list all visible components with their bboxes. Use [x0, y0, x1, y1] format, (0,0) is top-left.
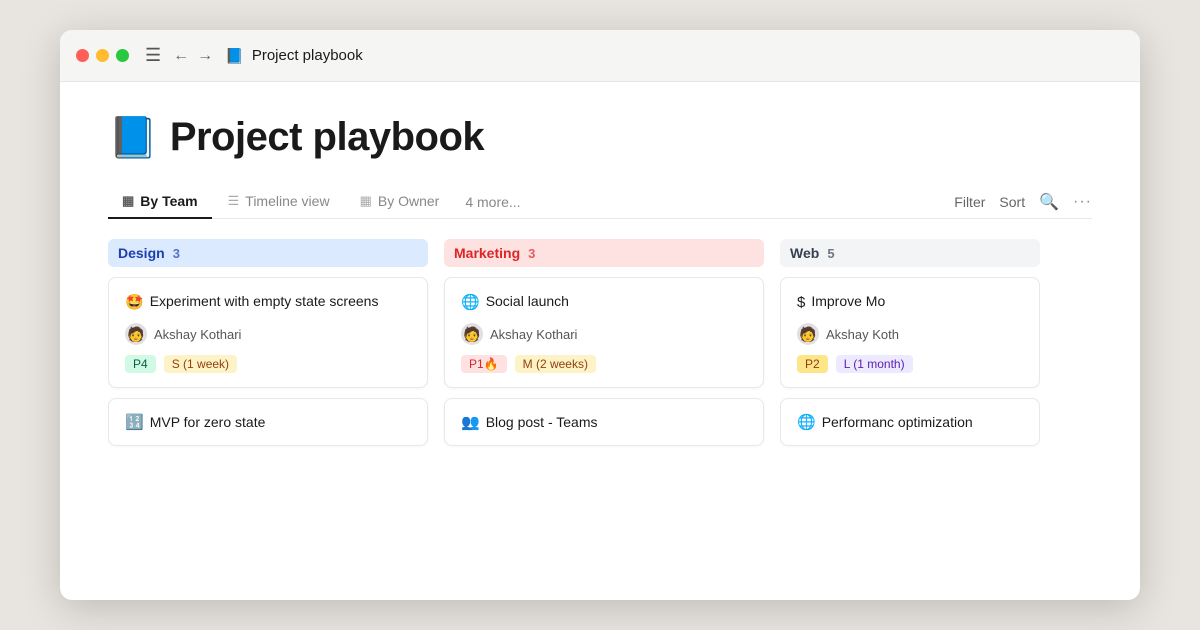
card-assignee: 🧑 Akshay Kothari — [125, 323, 411, 345]
tab-timeline[interactable]: ☰ Timeline view — [214, 185, 344, 219]
card-title-text: Experiment with empty state screens — [150, 292, 379, 312]
assignee-name: Akshay Kothari — [154, 327, 241, 342]
board-column-design: Design 3 🤩 Experiment with empty state s… — [108, 239, 428, 600]
card-title: 🌐 Social launch — [461, 292, 747, 313]
badge-size: S (1 week) — [164, 355, 237, 373]
minimize-button[interactable] — [96, 49, 109, 62]
card-social-launch[interactable]: 🌐 Social launch 🧑 Akshay Kothari P1🔥 M (… — [444, 277, 764, 388]
card-badges: P1🔥 M (2 weeks) — [461, 355, 747, 373]
page-header: 📘 Project playbook — [108, 114, 1092, 161]
card-blog-post-teams[interactable]: 👥 Blog post - Teams — [444, 398, 764, 446]
titlebar: ☰ ← → 📘 Project playbook — [60, 30, 1140, 82]
sort-button[interactable]: Sort — [999, 194, 1025, 210]
tab-by-team-label: By Team — [140, 193, 197, 209]
assignee-name: Akshay Koth — [826, 327, 899, 342]
card-assignee: 🧑 Akshay Koth — [797, 323, 1023, 345]
tab-timeline-icon: ☰ — [228, 193, 240, 209]
nav-arrows: ← → — [173, 47, 213, 65]
card-emoji: $ — [797, 292, 805, 313]
avatar: 🧑 — [461, 323, 483, 345]
tab-by-team-icon: ▦ — [122, 193, 134, 209]
tab-timeline-label: Timeline view — [245, 193, 329, 209]
tab-by-owner-label: By Owner — [378, 193, 439, 209]
card-title: $ Improve Mo — [797, 292, 1023, 313]
card-emoji: 🌐 — [461, 292, 480, 313]
back-arrow-icon[interactable]: ← — [173, 47, 189, 65]
boards-area: Design 3 🤩 Experiment with empty state s… — [108, 219, 1092, 600]
tab-by-owner-icon: ▦ — [360, 193, 372, 209]
card-partial-emoji: 🌐 — [797, 413, 816, 431]
card-badges: P4 S (1 week) — [125, 355, 411, 373]
titlebar-title: Project playbook — [252, 47, 363, 64]
card-partial-title-text: MVP for zero state — [150, 414, 266, 430]
card-partial-title: 👥 Blog post - Teams — [461, 413, 747, 431]
toolbar: Filter Sort 🔍 ··· — [954, 192, 1092, 212]
main-content: 📘 Project playbook ▦ By Team ☰ Timeline … — [60, 82, 1140, 600]
card-partial-emoji: 👥 — [461, 413, 480, 431]
badge-size: M (2 weeks) — [515, 355, 596, 373]
card-partial-title: 🌐 Performanc optimization — [797, 413, 1023, 431]
filter-button[interactable]: Filter — [954, 194, 985, 210]
search-icon[interactable]: 🔍 — [1039, 192, 1059, 212]
hamburger-icon[interactable]: ☰ — [145, 45, 161, 66]
card-badges: P2 L (1 month) — [797, 355, 1023, 373]
column-marketing-label: Marketing — [454, 245, 520, 261]
card-partial-emoji: 🔢 — [125, 413, 144, 431]
titlebar-content: 📘 Project playbook — [225, 47, 363, 65]
column-header-marketing: Marketing 3 — [444, 239, 764, 267]
page-title: Project playbook — [170, 115, 484, 160]
column-design-count: 3 — [173, 246, 180, 261]
column-marketing-count: 3 — [528, 246, 535, 261]
maximize-button[interactable] — [116, 49, 129, 62]
traffic-lights — [76, 49, 129, 62]
tab-by-owner[interactable]: ▦ By Owner — [346, 185, 454, 219]
tabs-more[interactable]: 4 more... — [455, 186, 530, 218]
badge-p4: P4 — [125, 355, 156, 373]
card-assignee: 🧑 Akshay Kothari — [461, 323, 747, 345]
card-emoji: 🤩 — [125, 292, 144, 313]
titlebar-icon: 📘 — [225, 47, 244, 65]
column-design-label: Design — [118, 245, 165, 261]
card-partial-title: 🔢 MVP for zero state — [125, 413, 411, 431]
card-improve-mo[interactable]: $ Improve Mo 🧑 Akshay Koth P2 L (1 month… — [780, 277, 1040, 388]
tab-bar: ▦ By Team ☰ Timeline view ▦ By Owner 4 m… — [108, 185, 1092, 219]
column-web-count: 5 — [827, 246, 834, 261]
tab-by-team[interactable]: ▦ By Team — [108, 185, 212, 219]
card-title-text: Social launch — [486, 292, 569, 312]
column-header-design: Design 3 — [108, 239, 428, 267]
avatar: 🧑 — [125, 323, 147, 345]
badge-size: L (1 month) — [836, 355, 913, 373]
card-title: 🤩 Experiment with empty state screens — [125, 292, 411, 313]
column-header-web: Web 5 — [780, 239, 1040, 267]
board-column-web: Web 5 $ Improve Mo 🧑 Akshay Koth — [780, 239, 1040, 600]
forward-arrow-icon[interactable]: → — [197, 47, 213, 65]
board-column-marketing: Marketing 3 🌐 Social launch 🧑 Akshay Kot… — [444, 239, 764, 600]
badge-p2: P2 — [797, 355, 828, 373]
card-partial-title-text: Blog post - Teams — [486, 414, 598, 430]
column-web-label: Web — [790, 245, 819, 261]
card-experiment-empty-state[interactable]: 🤩 Experiment with empty state screens 🧑 … — [108, 277, 428, 388]
tabs-left: ▦ By Team ☰ Timeline view ▦ By Owner 4 m… — [108, 185, 954, 218]
card-performance-optimization[interactable]: 🌐 Performanc optimization — [780, 398, 1040, 446]
avatar: 🧑 — [797, 323, 819, 345]
card-mvp-zero-state[interactable]: 🔢 MVP for zero state — [108, 398, 428, 446]
more-options-icon[interactable]: ··· — [1073, 193, 1092, 211]
close-button[interactable] — [76, 49, 89, 62]
badge-p1: P1🔥 — [461, 355, 507, 373]
assignee-name: Akshay Kothari — [490, 327, 577, 342]
page-icon: 📘 — [108, 114, 158, 161]
card-partial-title-text: Performanc optimization — [822, 414, 973, 430]
card-title-text: Improve Mo — [811, 292, 885, 312]
app-window: ☰ ← → 📘 Project playbook 📘 Project playb… — [60, 30, 1140, 600]
